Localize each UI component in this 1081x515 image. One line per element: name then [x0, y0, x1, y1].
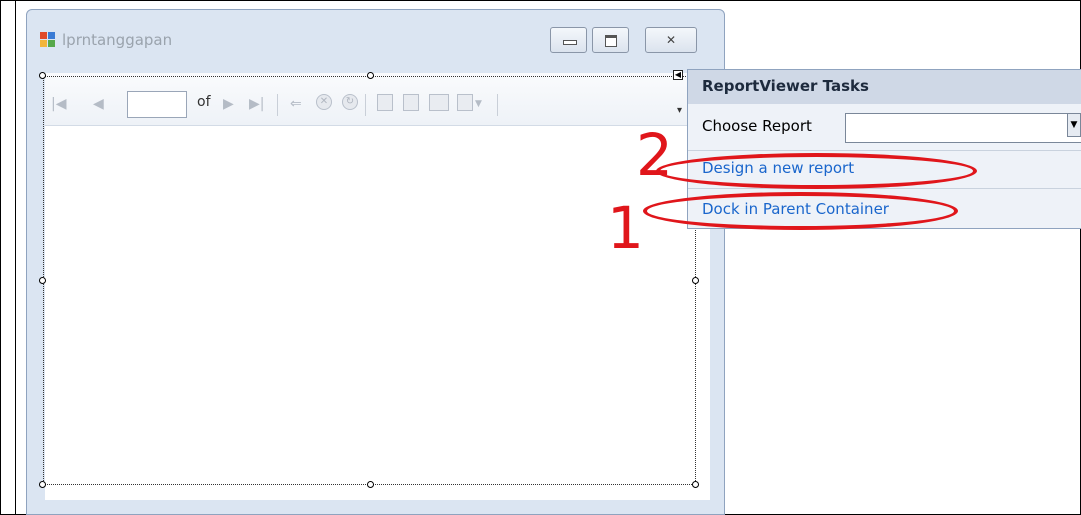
window-title: lprntanggapan [62, 31, 173, 49]
selection-frame [43, 76, 696, 485]
resize-handle[interactable] [367, 72, 374, 79]
annotation-number-one: 1 [607, 194, 644, 262]
maximize-button[interactable] [592, 27, 629, 53]
tasks-header: ReportViewer Tasks [688, 70, 1081, 104]
toolbar-overflow-icon[interactable]: ▾ [677, 105, 682, 116]
panel-divider [688, 150, 1081, 151]
resize-handle[interactable] [367, 481, 374, 488]
close-icon: ✕ [665, 33, 677, 47]
resize-handle[interactable] [692, 481, 699, 488]
title-bar[interactable]: lprntanggapan ✕ [27, 10, 724, 64]
resize-handle[interactable] [39, 277, 46, 284]
annotation-ellipse-design [656, 153, 977, 189]
resize-handle[interactable] [692, 277, 699, 284]
column-divider [15, 0, 16, 515]
resize-handle[interactable] [39, 481, 46, 488]
minimize-button[interactable] [550, 27, 587, 53]
choose-report-label: Choose Report [702, 117, 812, 135]
choose-report-select[interactable] [845, 113, 1081, 143]
chevron-down-icon[interactable]: ▼ [1067, 113, 1081, 137]
smart-tag-icon[interactable]: ◀ [673, 70, 683, 80]
close-button[interactable]: ✕ [645, 27, 697, 53]
tasks-title: ReportViewer Tasks [702, 77, 869, 95]
app-icon [40, 32, 56, 48]
resize-handle[interactable] [39, 72, 46, 79]
panel-divider [688, 188, 1081, 189]
annotation-ellipse-dock [643, 192, 958, 230]
